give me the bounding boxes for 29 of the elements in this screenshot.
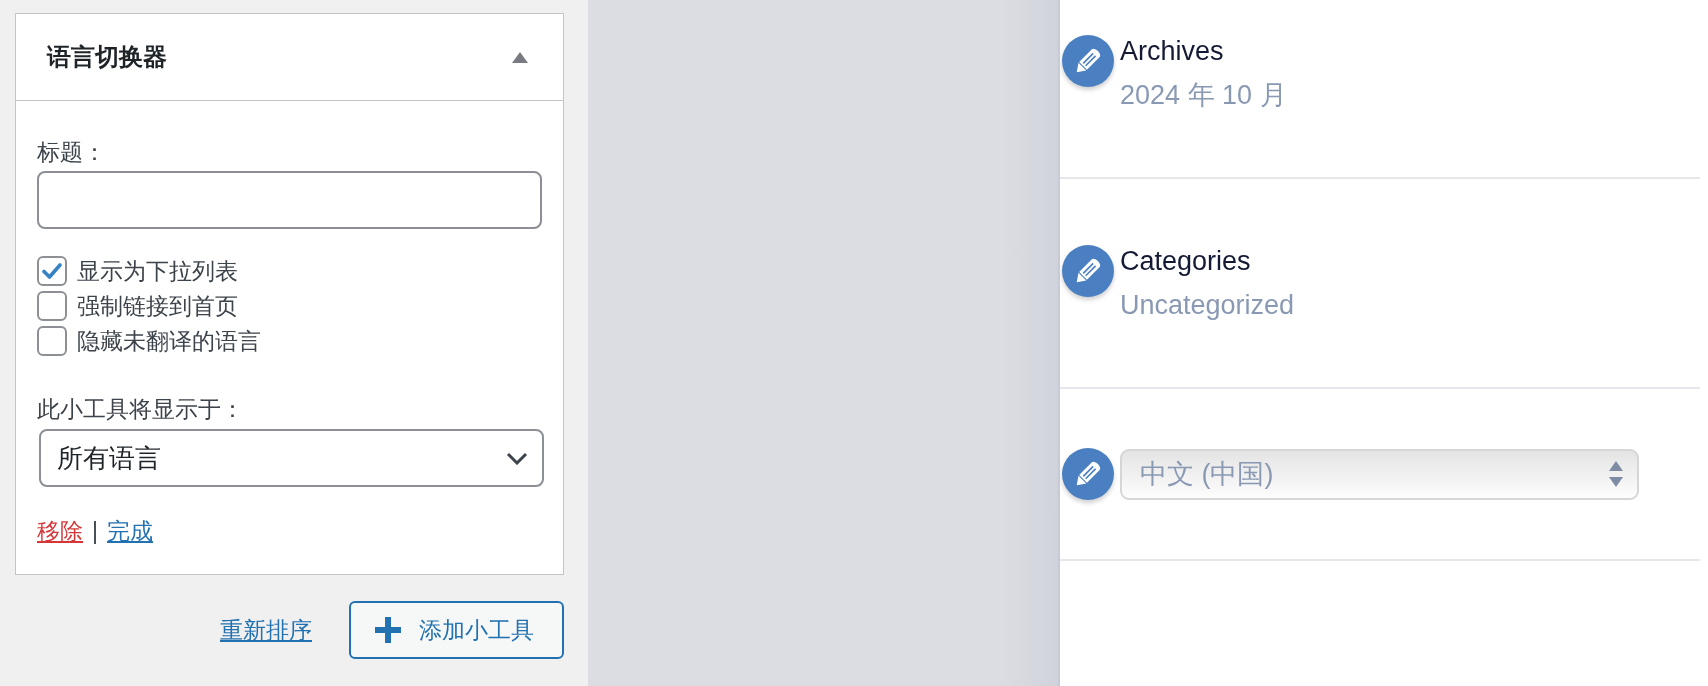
widget-card-title: 语言切换器 bbox=[47, 42, 167, 72]
language-select[interactable]: 所有语言 bbox=[39, 429, 544, 487]
widget-title: Archives bbox=[1120, 35, 1225, 67]
pencil-icon[interactable] bbox=[1062, 245, 1114, 297]
title-label: 标题： bbox=[37, 138, 107, 167]
add-widget-button[interactable]: 添加小工具 bbox=[349, 601, 564, 659]
display-for-label: 此小工具将显示于： bbox=[37, 395, 245, 424]
checkbox-label: 显示为下拉列表 bbox=[77, 257, 238, 286]
caret-up-icon[interactable] bbox=[512, 51, 528, 63]
checkbox-label: 隐藏未翻译的语言 bbox=[77, 327, 261, 356]
checkbox-label: 强制链接到首页 bbox=[77, 292, 238, 321]
remove-link[interactable]: 移除 bbox=[37, 516, 83, 546]
checkbox[interactable] bbox=[37, 256, 67, 286]
up-down-arrows-icon bbox=[1609, 461, 1623, 487]
done-link[interactable]: 完成 bbox=[107, 516, 153, 546]
checkbox[interactable] bbox=[37, 291, 67, 321]
widget-link[interactable]: Uncategorized bbox=[1120, 289, 1295, 321]
checkbox[interactable] bbox=[37, 326, 67, 356]
separator: | bbox=[92, 517, 98, 546]
plus-icon bbox=[375, 617, 401, 643]
title-input[interactable] bbox=[37, 171, 542, 229]
checkmark-icon bbox=[42, 263, 62, 279]
language-dropdown[interactable]: 中文 (中国) bbox=[1120, 448, 1639, 500]
chevron-down-icon bbox=[506, 451, 528, 465]
reorder-link[interactable]: 重新排序 bbox=[220, 615, 312, 645]
widget-title: Categories bbox=[1120, 245, 1252, 277]
pencil-icon[interactable] bbox=[1062, 35, 1114, 87]
pencil-icon[interactable] bbox=[1062, 448, 1114, 500]
widget-link[interactable]: 2024 年 10 月 bbox=[1120, 79, 1287, 111]
